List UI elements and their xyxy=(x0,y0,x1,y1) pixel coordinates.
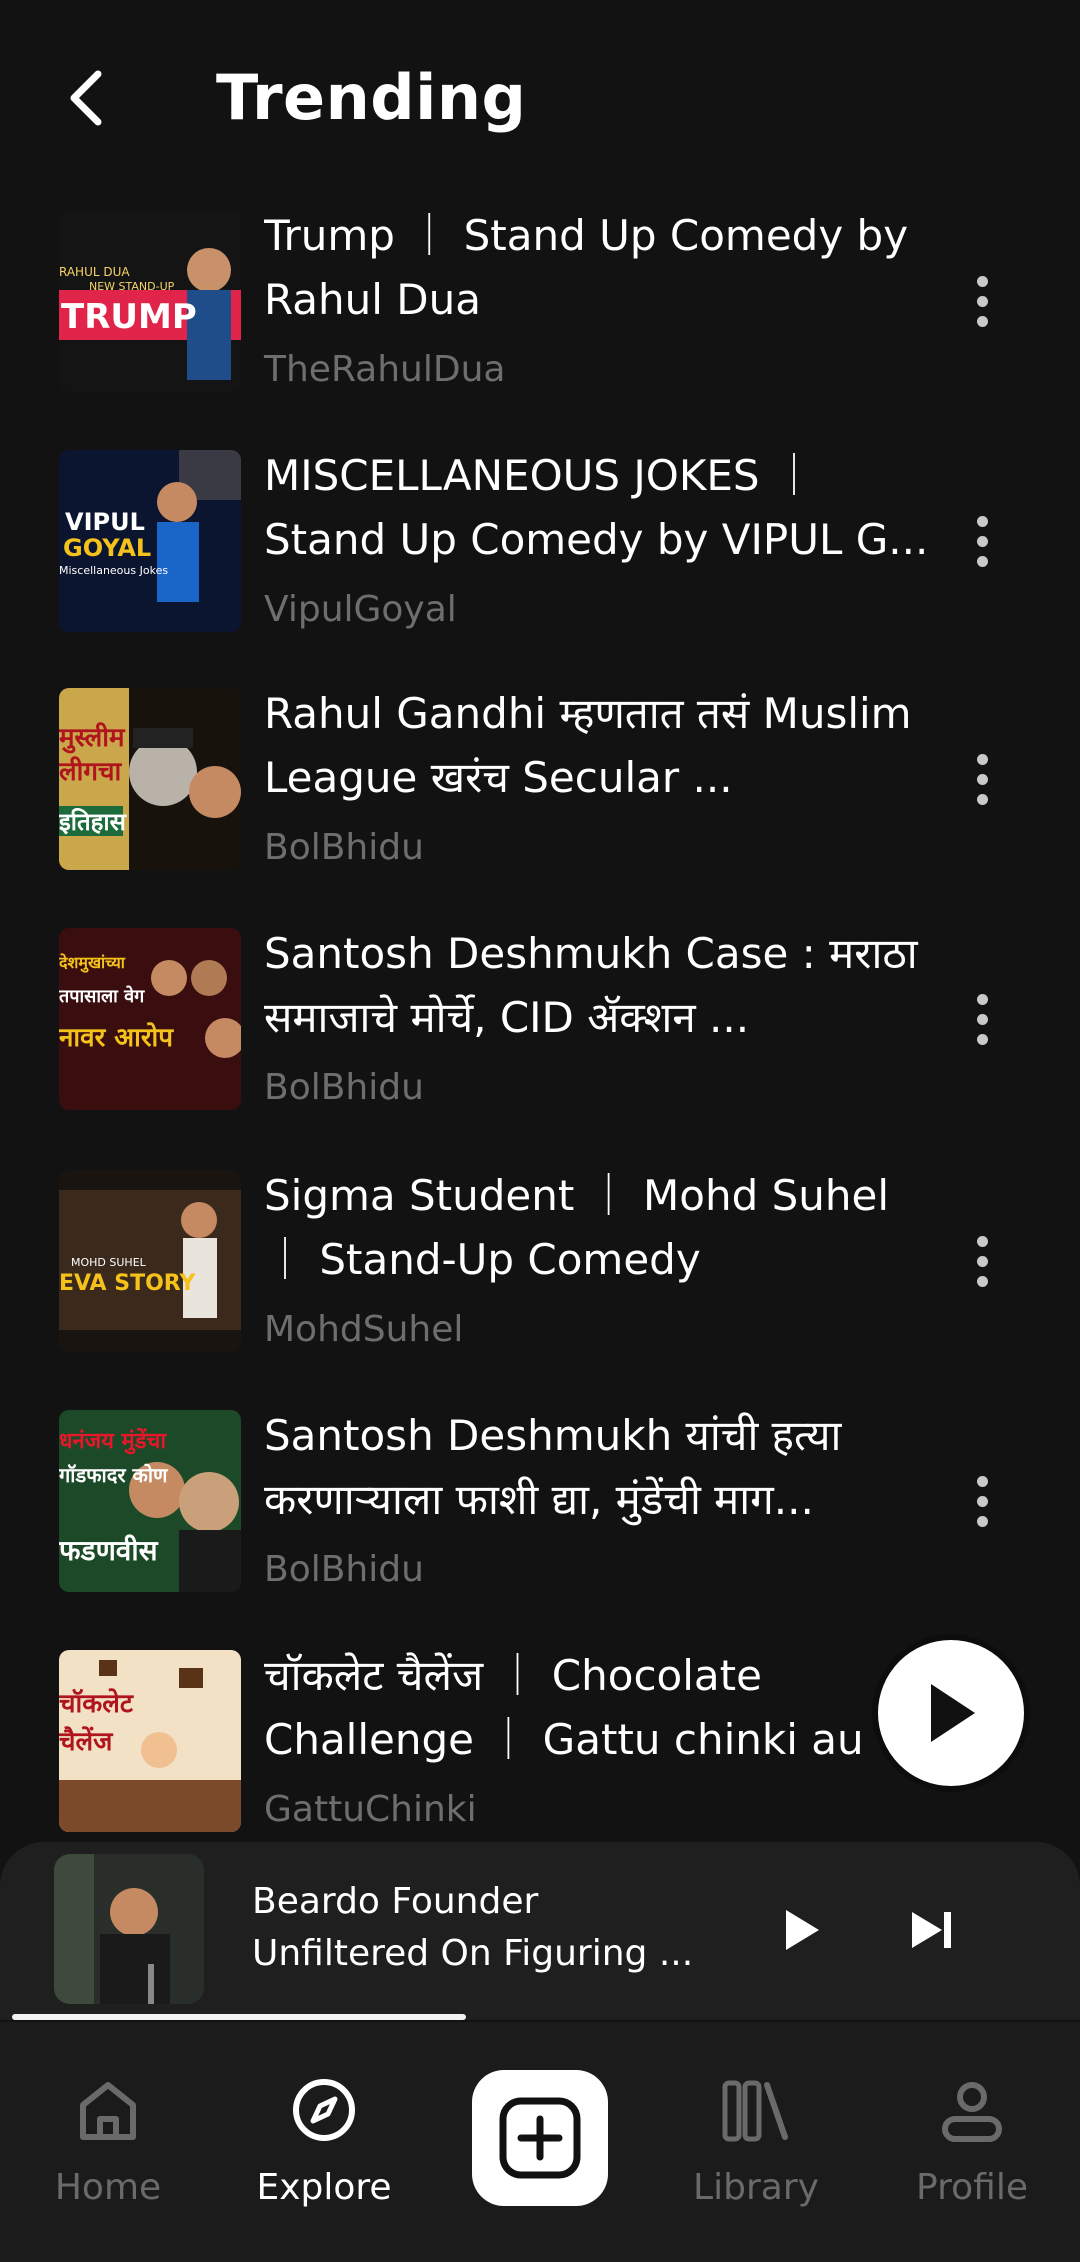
video-row[interactable]: धनंजय मुंडेंचा गॉडफादर कोण फडणवीस Santos… xyxy=(0,1410,1080,1650)
video-channel: BolBhidu xyxy=(264,827,424,868)
thumb-label: इतिहास xyxy=(59,808,127,836)
thumb-label: लीगचा xyxy=(59,756,123,787)
video-title: Rahul Gandhi म्हणतात तसं Muslim League ख… xyxy=(264,689,912,802)
nav-item-library[interactable]: Library xyxy=(656,2070,856,2212)
thumb-label: Miscellaneous Jokes xyxy=(59,564,168,577)
more-vertical-icon xyxy=(976,1475,988,1487)
more-options-button[interactable] xyxy=(950,974,1014,1064)
home-icon xyxy=(80,2082,136,2140)
more-options-button[interactable] xyxy=(950,734,1014,824)
thumb-label: TRUMP xyxy=(61,297,197,337)
thumb-label: मुस्लीम xyxy=(59,722,126,754)
thumb-label: GOYAL xyxy=(63,534,151,562)
mini-player-title: Beardo Founder Unfiltered On Figuring ..… xyxy=(252,1881,694,1974)
page-title: Trending xyxy=(216,61,527,134)
video-title: Trump ｜ Stand Up Comedy by Rahul Dua xyxy=(264,211,909,324)
create-button[interactable] xyxy=(472,2070,608,2206)
video-row[interactable]: मुस्लीम लीगचा इतिहास Rahul Gandhi म्हणता… xyxy=(0,688,1080,928)
compass-icon xyxy=(293,2079,355,2141)
nav-label: Home xyxy=(54,2167,162,2208)
thumb-label: फडणवीस xyxy=(59,1534,159,1567)
video-row[interactable]: VIPUL GOYAL Miscellaneous Jokes MISCELLA… xyxy=(0,450,1080,690)
chevron-left-icon xyxy=(70,70,102,126)
play-all-button[interactable] xyxy=(878,1640,1024,1786)
more-vertical-icon xyxy=(976,275,988,287)
nav-label: Library xyxy=(693,2167,819,2208)
thumb-label: तपासाला वेग xyxy=(59,985,145,1007)
play-icon xyxy=(786,1910,819,1950)
video-channel: BolBhidu xyxy=(264,1067,424,1108)
video-row[interactable]: RAHUL DUA NEW STAND-UP TRUMP Trump ｜ Sta… xyxy=(0,210,1080,450)
skip-next-icon xyxy=(912,1912,951,1948)
nav-item-profile[interactable]: Profile xyxy=(872,2070,1072,2212)
video-thumbnail[interactable]: चॉकलेट चैलेंज xyxy=(59,1650,241,1832)
thumb-label: MOHD SUHEL xyxy=(71,1256,147,1269)
video-title: Sigma Student ｜ Mohd Suhel ｜ Stand-Up Co… xyxy=(264,1171,889,1284)
thumb-label: देशमुखांच्या xyxy=(59,953,126,973)
nav-item-explore[interactable]: Explore xyxy=(224,2070,424,2212)
video-thumbnail[interactable]: RAHUL DUA NEW STAND-UP TRUMP xyxy=(59,210,241,392)
mini-player[interactable]: Beardo Founder Unfiltered On Figuring ..… xyxy=(0,1842,1080,2020)
more-options-button[interactable] xyxy=(950,496,1014,586)
video-title: Santosh Deshmukh Case : मराठा समाजाचे मो… xyxy=(264,929,918,1042)
mini-player-progress-fill xyxy=(12,2014,467,2020)
more-vertical-icon xyxy=(976,515,988,527)
video-channel: VipulGoyal xyxy=(264,589,457,630)
mini-player-progress[interactable] xyxy=(12,2014,1068,2020)
library-icon xyxy=(722,2080,788,2142)
profile-icon xyxy=(942,2082,1002,2142)
video-thumbnail[interactable]: मुस्लीम लीगचा इतिहास xyxy=(59,688,241,870)
video-channel: BolBhidu xyxy=(264,1549,424,1590)
video-thumbnail[interactable]: MOHD SUHEL EVA STORY xyxy=(59,1170,241,1352)
video-channel: GattuChinki xyxy=(264,1789,477,1830)
bottom-navigation: Home Explore Library Profile xyxy=(0,2022,1080,2262)
video-thumbnail[interactable]: धनंजय मुंडेंचा गॉडफादर कोण फडणवीस xyxy=(59,1410,241,1592)
video-row[interactable]: देशमुखांच्या तपासाला वेग नावर आरोप Santo… xyxy=(0,928,1080,1168)
nav-label: Profile xyxy=(916,2167,1028,2208)
more-vertical-icon xyxy=(976,1235,988,1247)
back-button[interactable] xyxy=(48,58,128,138)
thumb-label: EVA STORY xyxy=(59,1271,197,1296)
video-title: MISCELLANEOUS JOKES ｜ Stand Up Comedy by… xyxy=(264,451,929,564)
video-channel: MohdSuhel xyxy=(264,1309,464,1350)
more-vertical-icon xyxy=(976,993,988,1005)
thumb-label: चैलेंज xyxy=(59,1726,114,1757)
header: Trending xyxy=(0,0,1080,190)
more-options-button[interactable] xyxy=(950,256,1014,346)
more-vertical-icon xyxy=(976,753,988,765)
thumb-label: VIPUL xyxy=(65,508,145,536)
video-channel: TheRahulDua xyxy=(264,349,506,390)
thumb-label: चॉकलेट xyxy=(59,1688,134,1719)
video-title: Santosh Deshmukh यांची हत्या करणाऱ्याला … xyxy=(264,1411,842,1524)
mini-player-next-button[interactable] xyxy=(900,1894,964,1966)
nav-item-home[interactable]: Home xyxy=(8,2070,208,2212)
nav-label: Explore xyxy=(256,2167,392,2208)
video-thumbnail[interactable]: VIPUL GOYAL Miscellaneous Jokes xyxy=(59,450,241,632)
thumb-label: धनंजय मुंडेंचा xyxy=(59,1427,167,1455)
thumb-label: नावर आरोप xyxy=(59,1022,174,1053)
more-options-button[interactable] xyxy=(950,1216,1014,1306)
plus-square-icon xyxy=(499,2097,581,2179)
video-row[interactable]: MOHD SUHEL EVA STORY Sigma Student ｜ Moh… xyxy=(0,1170,1080,1410)
video-title: चॉकलेट चैलेंज ｜ Chocolate Challenge ｜ Ga… xyxy=(264,1651,864,1764)
video-thumbnail[interactable]: देशमुखांच्या तपासाला वेग नावर आरोप xyxy=(59,928,241,1110)
thumb-label: NEW STAND-UP xyxy=(89,280,175,293)
thumb-label: गॉडफादर कोण xyxy=(59,1463,169,1487)
play-icon xyxy=(931,1684,975,1742)
mini-player-play-button[interactable] xyxy=(770,1894,834,1966)
mini-player-thumbnail xyxy=(54,1854,204,2004)
thumb-label: RAHUL DUA xyxy=(59,265,130,279)
more-options-button[interactable] xyxy=(950,1456,1014,1546)
